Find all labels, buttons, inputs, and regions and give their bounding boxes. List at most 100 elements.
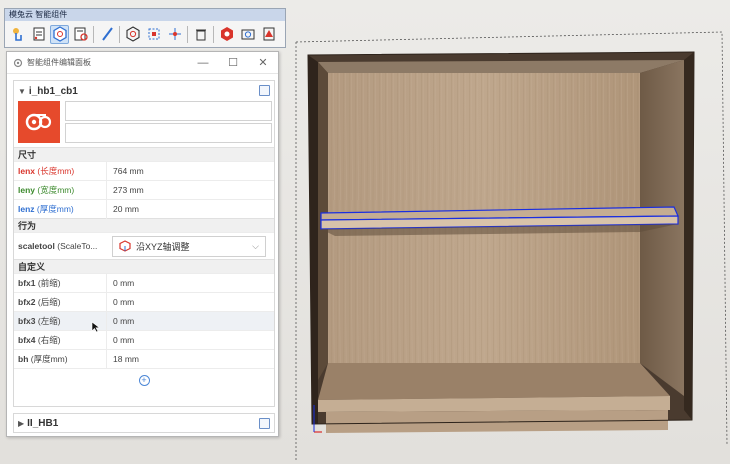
component-hex-icon [52,26,67,42]
minimize-button[interactable]: — [188,52,218,74]
param-value[interactable]: 0 mm [106,292,274,312]
solid-gear-button[interactable] [217,25,236,44]
doc-search-icon [74,27,88,41]
param-row-bh[interactable]: bh (厚度mm) 18 mm [14,349,274,369]
param-key-desc: (厚度mm) [30,354,68,364]
toolbar-separator [119,25,120,43]
param-key: lenz (厚度mm) [14,203,106,215]
doc-search-button[interactable] [71,25,90,44]
component-header[interactable]: ▼ i_hb1_cb1 [14,81,274,101]
scaletool-select[interactable]: 沿XYZ轴调整 ⌵ [112,235,266,257]
param-key-desc: (右缩) [37,335,61,345]
pencil-icon [101,27,113,41]
param-key: lenx (长度mm) [14,165,106,177]
camera-gear-button[interactable] [238,25,257,44]
param-value[interactable]: 0 mm [106,311,274,331]
gear-hex-icon [125,26,140,42]
param-key-name: lenx [18,166,36,176]
param-key-name: bfx4 [18,335,36,345]
trash-icon [195,29,206,41]
param-row-lenz[interactable]: lenz (厚度mm) 20 mm [14,199,274,219]
param-value[interactable]: 764 mm [106,161,274,181]
param-row-bfx4[interactable]: bfx4 (右缩) 0 mm [14,330,274,350]
scale-xyz-icon [119,240,131,252]
param-key-name: lenz [18,204,35,214]
panel-titlebar[interactable]: 智能组件编辑面板 — ☐ ✕ [7,52,278,74]
move-arrows-button[interactable] [165,25,184,44]
param-key-name: bfx3 [18,316,36,326]
component-logo [18,101,60,143]
param-key-desc: (长度mm) [37,166,75,176]
gear-hex-button[interactable] [123,25,142,44]
param-value[interactable]: 0 mm [106,273,274,293]
param-key-desc: (左缩) [37,316,61,326]
pointer-hand-icon [12,28,22,41]
warning-stack-button[interactable] [259,25,278,44]
param-value[interactable]: 20 mm [106,199,274,219]
param-key-desc: (厚度mm) [36,204,74,214]
component-identity [14,101,274,147]
param-key: bfx1 (前缩) [14,277,106,289]
add-param-button[interactable]: + [138,375,150,386]
maximize-button[interactable]: ☐ [218,52,248,74]
component-hex-button[interactable] [50,24,69,44]
gear-icon [13,58,23,67]
toolbar-buttons [5,21,285,47]
toolbar-separator [187,25,188,43]
camera-gear-icon [241,29,254,40]
component-name: i_hb1_cb1 [28,85,78,97]
scaletool-value: 沿XYZ轴调整 [136,241,190,252]
panel-title: 智能组件编辑面板 [27,58,91,67]
mouse-cursor-icon [91,321,101,333]
param-key-desc: (ScaleTo... [57,241,98,251]
param-key-desc: (后缩) [37,297,61,307]
param-key-name: scaletool [18,241,55,251]
3d-viewport[interactable]: 模兔云 智能组件 智能组件编辑面板 — ☐ ✕ ▼ i_hb1_cb1 尺寸 l… [0,0,730,464]
param-row-bfx3[interactable]: bfx3 (左缩) 0 mm [14,311,274,331]
select-box-button[interactable] [144,25,163,44]
param-key: bfx2 (后缩) [14,296,106,308]
component-desc-field[interactable] [65,123,272,143]
pencil-button[interactable] [97,25,116,44]
doc-list-button[interactable] [29,25,48,44]
pointer-hand-button[interactable] [8,25,27,44]
solid-gear-icon [220,27,233,41]
param-key: bfx4 (右缩) [14,334,106,346]
toolbar-separator [93,25,94,43]
param-value[interactable]: 273 mm [106,180,274,200]
param-row-scaletool: scaletool (ScaleTo... 沿XYZ轴调整 ⌵ [14,232,274,259]
toolbar-separator [213,25,214,43]
param-row-lenx[interactable]: lenx (长度mm) 764 mm [14,161,274,181]
select-box-icon [148,28,159,40]
param-key: leny (宽度mm) [14,184,106,196]
param-row-leny[interactable]: leny (宽度mm) 273 mm [14,180,274,200]
section-size: 尺寸 [14,147,274,161]
component-name-field[interactable] [65,101,272,121]
param-key-name: bh [18,354,29,364]
component-logo-icon [25,113,52,131]
move-arrows-icon [168,28,181,40]
param-key: bh (厚度mm) [14,353,106,365]
caret-right-icon[interactable]: ▶ [18,419,24,428]
section-behavior: 行为 [14,218,274,232]
param-row-bfx1[interactable]: bfx1 (前缩) 0 mm [14,273,274,293]
collapsed-component-name: II_HB1 [27,417,59,429]
param-value[interactable]: 0 mm [106,330,274,350]
edit-icon[interactable] [259,85,270,96]
add-param-row: + [14,368,274,392]
doc-list-icon [33,27,44,41]
warning-stack-icon [263,27,274,41]
component-card-collapsed[interactable]: ▶ II_HB1 [13,413,275,433]
edit-icon[interactable] [259,418,270,429]
section-custom: 自定义 [14,259,274,273]
toolbar-window: 模兔云 智能组件 [4,8,286,48]
caret-down-icon[interactable]: ▼ [18,87,26,96]
close-button[interactable]: ✕ [248,52,278,74]
chevron-down-icon: ⌵ [252,240,259,251]
param-row-bfx2[interactable]: bfx2 (后缩) 0 mm [14,292,274,312]
cabinet-body[interactable] [307,51,695,433]
param-value[interactable]: 18 mm [106,349,274,369]
component-card: ▼ i_hb1_cb1 尺寸 lenx (长度mm) 764 mm leny (… [13,80,275,407]
param-key-name: leny [18,185,36,195]
trash-button[interactable] [191,25,210,44]
